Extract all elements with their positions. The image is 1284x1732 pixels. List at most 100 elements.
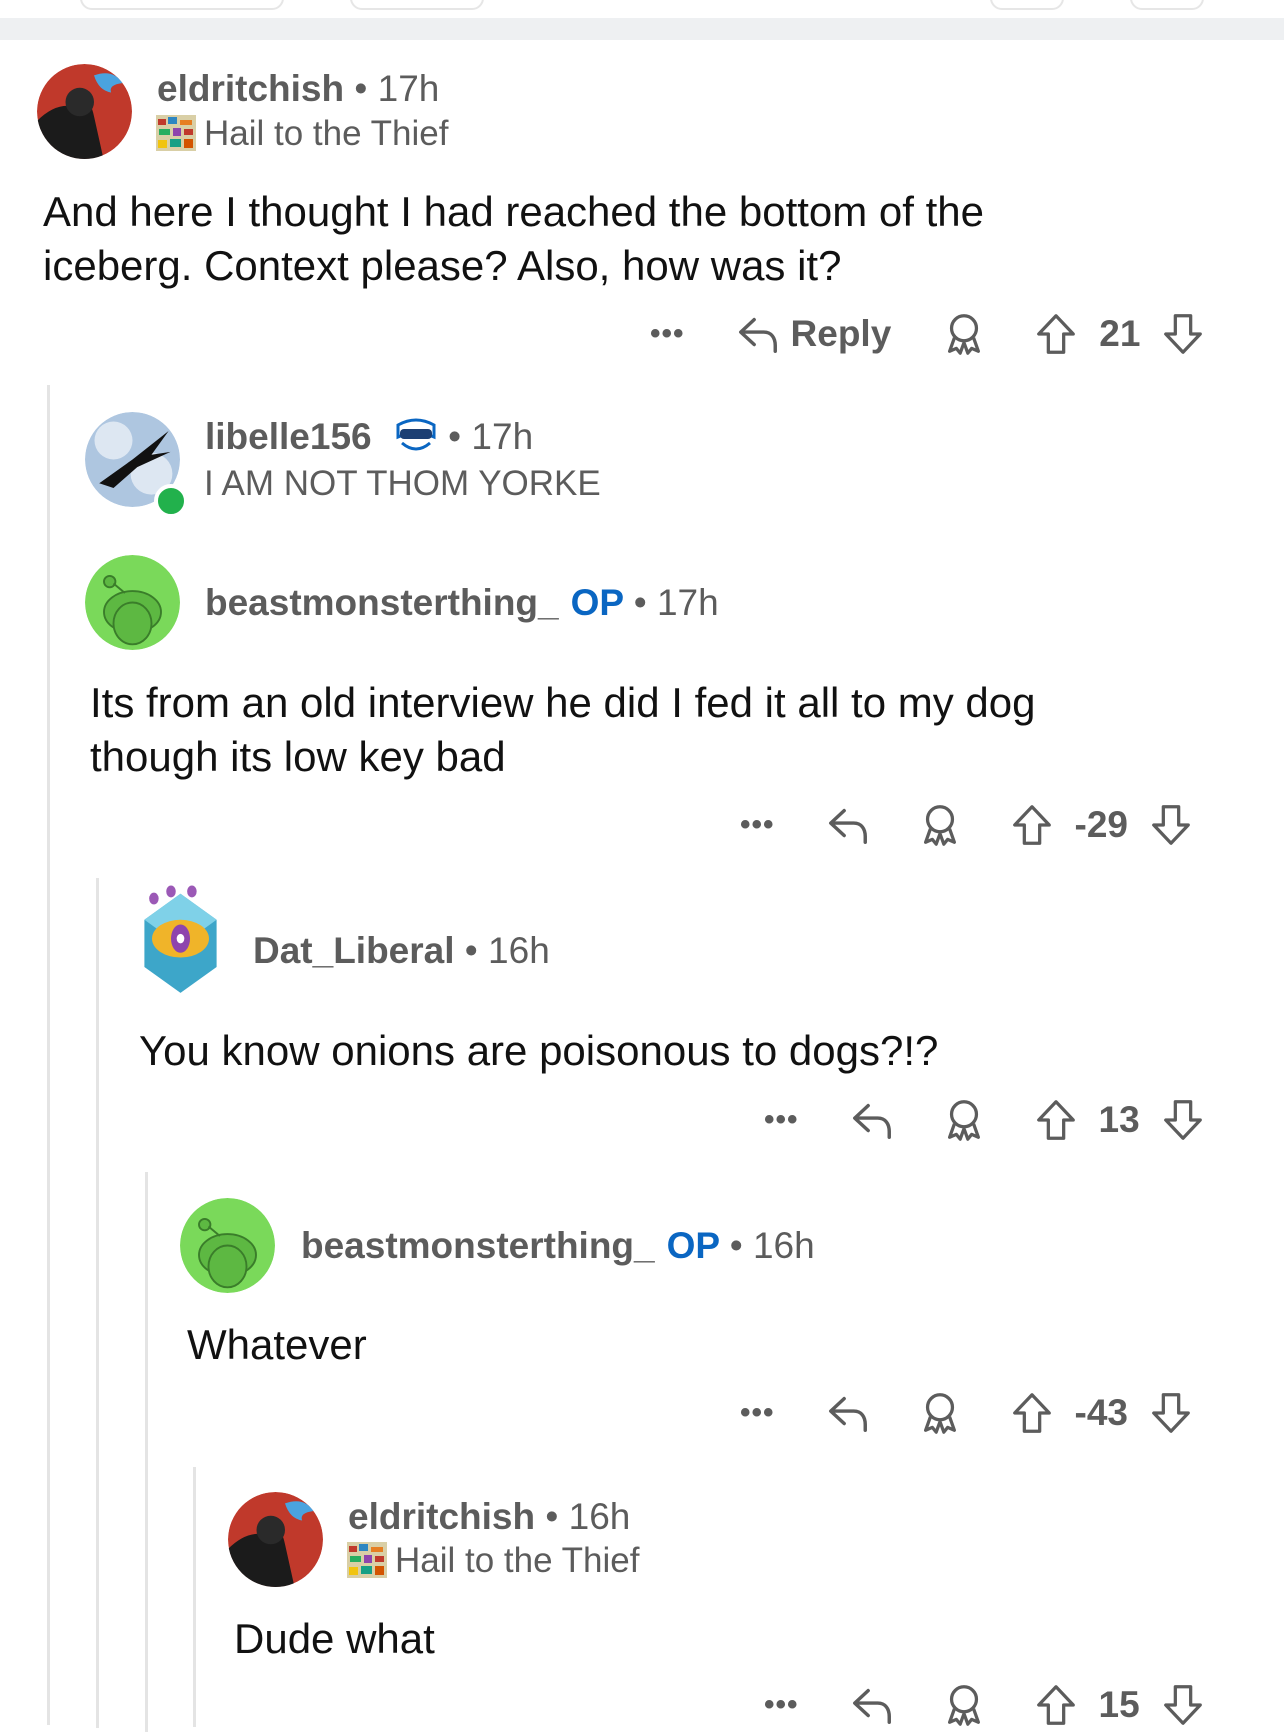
comment-body-line: Its from an old interview he did I fed i…	[90, 679, 1036, 726]
reply-label: Reply	[790, 313, 892, 354]
op-badge: OP	[666, 1225, 720, 1266]
flair-text: Hail to the Thief	[395, 1541, 640, 1580]
comment-body-line: though its low key bad	[90, 733, 506, 780]
upvote-icon[interactable]	[1033, 1682, 1079, 1728]
thread-line[interactable]	[145, 1172, 148, 1732]
reply-icon[interactable]	[825, 802, 871, 848]
comment-header: eldritchish • 17h	[157, 68, 439, 110]
separator: •	[545, 1496, 559, 1537]
username[interactable]: eldritchish	[157, 68, 344, 109]
top-tab[interactable]	[1130, 0, 1204, 10]
online-indicator	[154, 484, 188, 518]
reply-button[interactable]: Reply	[735, 311, 892, 357]
downvote-icon[interactable]	[1160, 1097, 1206, 1143]
reply-icon[interactable]	[849, 1097, 895, 1143]
comment-header: eldritchish • 16h	[348, 1496, 630, 1538]
op-badge: OP	[570, 582, 624, 623]
comment-body: And here I thought I had reached the bot…	[43, 185, 1243, 293]
downvote-icon[interactable]	[1148, 802, 1194, 848]
snoovatar-badge-icon	[396, 418, 436, 451]
avatar[interactable]	[228, 1492, 323, 1587]
username[interactable]: beastmonsterthing_	[205, 582, 559, 623]
comment-body-line: iceberg. Context please? Also, how was i…	[43, 242, 842, 289]
vote-score: 21	[1099, 313, 1141, 354]
vote-score: -29	[1074, 804, 1128, 845]
section-separator	[0, 18, 1284, 40]
upvote-icon[interactable]	[1033, 1097, 1079, 1143]
comment-body-line: Dude what	[234, 1615, 435, 1662]
timestamp: 17h	[471, 416, 534, 457]
reply-icon[interactable]	[849, 1682, 895, 1728]
vote-score: -43	[1074, 1392, 1128, 1433]
timestamp: 17h	[377, 68, 440, 109]
more-icon[interactable]: •••	[764, 1688, 799, 1722]
more-icon[interactable]: •••	[740, 808, 775, 842]
upvote-icon[interactable]	[1009, 1390, 1055, 1436]
flair-icon	[347, 1542, 387, 1578]
award-icon[interactable]	[941, 1682, 987, 1728]
downvote-icon[interactable]	[1148, 1390, 1194, 1436]
top-tab[interactable]	[350, 0, 484, 10]
timestamp: 16h	[752, 1225, 815, 1266]
comment-header: libelle156 • 17h	[205, 415, 533, 458]
reply-icon[interactable]	[825, 1390, 871, 1436]
avatar[interactable]	[37, 64, 132, 159]
more-icon[interactable]: •••	[764, 1103, 799, 1137]
username[interactable]: libelle156	[205, 416, 372, 457]
user-flair: I AM NOT THOM YORKE	[204, 464, 601, 504]
timestamp: 16h	[488, 930, 550, 971]
comment-body-line: You know onions are poisonous to dogs?!?	[139, 1027, 939, 1074]
username[interactable]: eldritchish	[348, 1496, 535, 1537]
upvote-icon[interactable]	[1009, 802, 1055, 848]
comment-body-line: And here I thought I had reached the bot…	[43, 188, 985, 235]
downvote-icon[interactable]	[1160, 1682, 1206, 1728]
separator: •	[464, 930, 478, 971]
separator: •	[633, 582, 647, 623]
username[interactable]: beastmonsterthing_	[301, 1225, 655, 1266]
vote-score: 15	[1098, 1684, 1140, 1725]
user-flair: Hail to the Thief	[156, 114, 449, 154]
comment-body: You know onions are poisonous to dogs?!?	[139, 1024, 1239, 1078]
downvote-icon[interactable]	[1160, 311, 1206, 357]
comment-actions: ••• Reply 21	[650, 309, 1206, 359]
separator: •	[354, 68, 368, 109]
timestamp: 17h	[656, 582, 719, 623]
comment-header: Dat_Liberal • 16h	[253, 930, 550, 972]
flair-text: I AM NOT THOM YORKE	[204, 464, 601, 503]
comment-actions: ••• -29	[740, 800, 1194, 850]
top-tab-strip	[0, 0, 1284, 18]
comment-body: Dude what	[234, 1612, 1134, 1666]
award-icon[interactable]	[917, 802, 963, 848]
comment-actions: ••• -43	[740, 1388, 1194, 1438]
more-icon[interactable]: •••	[650, 317, 685, 351]
flair-text: Hail to the Thief	[204, 114, 449, 153]
thread-line[interactable]	[47, 385, 50, 1725]
separator: •	[729, 1225, 743, 1266]
award-icon[interactable]	[917, 1390, 963, 1436]
comment-body: Whatever	[187, 1318, 1187, 1372]
timestamp: 16h	[568, 1496, 631, 1537]
comment-header: beastmonsterthing_ OP • 16h	[301, 1225, 815, 1267]
thread-line[interactable]	[96, 878, 99, 1728]
user-flair: Hail to the Thief	[347, 1541, 640, 1581]
vote-score: 13	[1098, 1099, 1140, 1140]
reply-icon	[735, 311, 781, 357]
comment-header: beastmonsterthing_ OP • 17h	[205, 582, 719, 624]
avatar[interactable]	[85, 555, 180, 650]
username[interactable]: Dat_Liberal	[253, 930, 455, 971]
avatar[interactable]	[180, 1198, 275, 1293]
top-tab[interactable]	[990, 0, 1064, 10]
more-icon[interactable]: •••	[740, 1396, 775, 1430]
comment-body: Its from an old interview he did I fed i…	[90, 676, 1250, 784]
thread-line[interactable]	[193, 1467, 196, 1727]
avatar[interactable]	[133, 882, 228, 1000]
comment-body-line: Whatever	[187, 1321, 367, 1368]
upvote-icon[interactable]	[1033, 311, 1079, 357]
separator: •	[448, 416, 462, 457]
comment-actions: ••• 15	[764, 1680, 1206, 1730]
award-icon[interactable]	[941, 311, 987, 357]
top-tab[interactable]	[80, 0, 284, 10]
comment-actions: ••• 13	[764, 1095, 1206, 1145]
award-icon[interactable]	[941, 1097, 987, 1143]
flair-icon	[156, 115, 196, 151]
